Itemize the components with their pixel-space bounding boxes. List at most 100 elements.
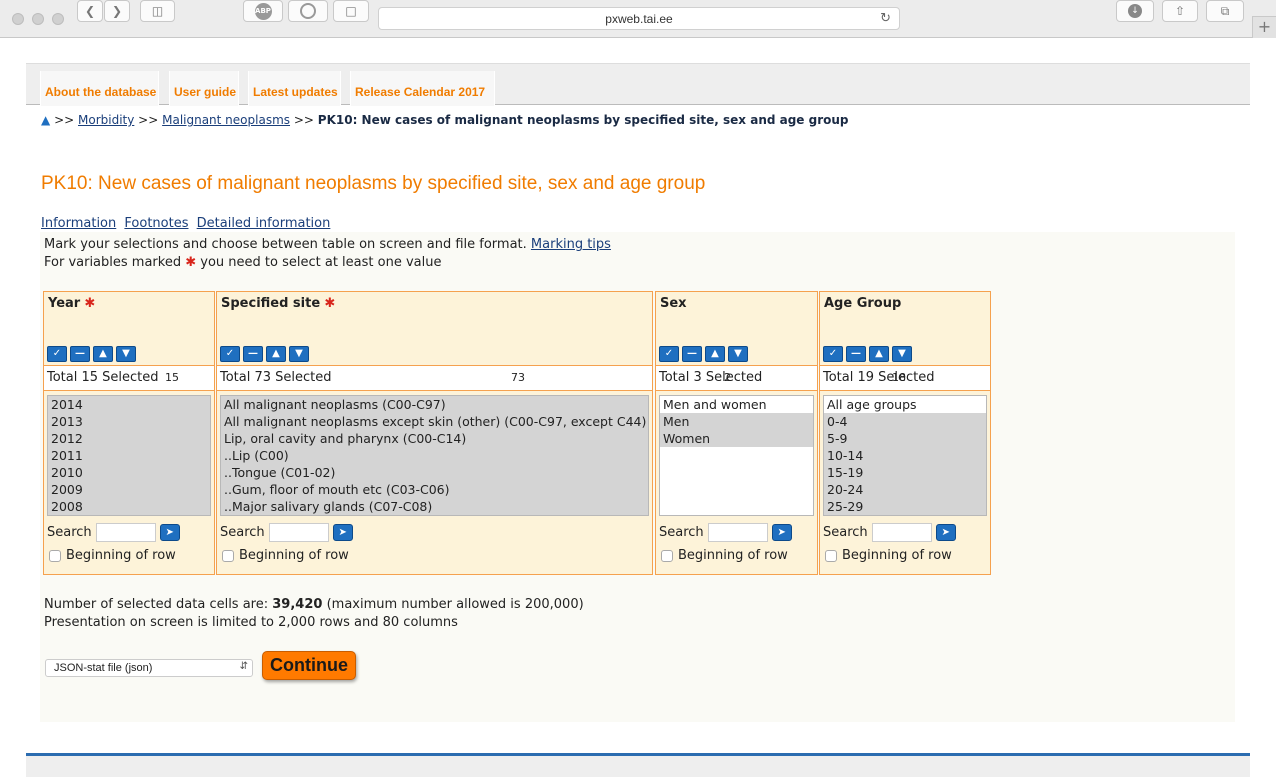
list-item[interactable]: 2009 (48, 481, 210, 498)
beginning-of-row-checkbox[interactable] (222, 549, 234, 562)
tabs-overview-button[interactable]: ⧉ (1206, 0, 1244, 22)
select-all-icon[interactable]: ✓ (659, 346, 679, 362)
variable-box-sex: Sex ✓ — ▲ ▼ Total 3 Selected 2 Men and women Men… (655, 291, 818, 575)
breadcrumb-malignant-neoplasms[interactable]: Malignant neoplasms (162, 113, 290, 127)
value-list[interactable]: All age groups 0-4 5-9 10-14 15-19 20-24 25-29 (823, 395, 987, 516)
nav-tab-release-calendar[interactable]: Release Calendar 2017 (350, 71, 495, 106)
list-item[interactable]: 10-14 (824, 447, 986, 464)
search-label: Search (659, 525, 704, 540)
search-row: Search ➤ (47, 523, 180, 542)
nav-tab-user-guide[interactable]: User guide (169, 71, 239, 106)
search-go-icon[interactable]: ➤ (159, 524, 180, 541)
sort-descending-icon[interactable]: ▼ (116, 346, 136, 362)
list-item[interactable]: ..Lip (C00) (221, 447, 648, 464)
beginning-of-row-checkbox[interactable] (825, 549, 837, 562)
list-item[interactable]: Lip, oral cavity and pharynx (C00-C14) (221, 430, 648, 447)
home-icon[interactable]: ▲ (41, 113, 50, 127)
list-item[interactable]: All malignant neoplasms except skin (oth… (221, 413, 648, 430)
list-item[interactable]: 0-4 (824, 413, 986, 430)
search-input[interactable] (268, 523, 329, 542)
variable-title: Specified site (221, 296, 321, 311)
list-item[interactable]: 2010 (48, 464, 210, 481)
list-item[interactable]: 2014 (48, 396, 210, 413)
reload-icon[interactable]: ↻ (880, 11, 891, 26)
sort-descending-icon[interactable]: ▼ (289, 346, 309, 362)
list-item[interactable]: 2011 (48, 447, 210, 464)
required-star-icon: ✱ (84, 296, 96, 311)
new-tab-button[interactable]: + (1252, 16, 1276, 38)
downloads-button[interactable]: ↓ (1116, 0, 1154, 22)
back-button[interactable]: ❮ (77, 0, 103, 22)
list-item[interactable]: All age groups (824, 396, 986, 413)
sort-ascending-icon[interactable]: ▲ (93, 346, 113, 362)
select-all-icon[interactable]: ✓ (47, 346, 67, 362)
select-all-icon[interactable]: ✓ (823, 346, 843, 362)
variable-title: Year (48, 296, 81, 311)
address-bar[interactable]: pxweb.tai.ee ↻ (378, 7, 900, 30)
extension-button[interactable] (288, 0, 328, 22)
url-text: pxweb.tai.ee (605, 12, 673, 26)
detailed-information-link[interactable]: Detailed information (197, 216, 331, 231)
share-button[interactable]: ⇧ (1162, 0, 1198, 22)
sort-descending-icon[interactable]: ▼ (728, 346, 748, 362)
list-item[interactable]: 2012 (48, 430, 210, 447)
deselect-all-icon[interactable]: — (243, 346, 263, 362)
search-go-icon[interactable]: ➤ (771, 524, 792, 541)
close-window-button[interactable] (12, 13, 24, 25)
search-input[interactable] (707, 523, 768, 542)
value-list[interactable]: Men and women Men Women (659, 395, 814, 516)
select-all-icon[interactable]: ✓ (220, 346, 240, 362)
deselect-all-icon[interactable]: — (70, 346, 90, 362)
cells-value: 39,420 (272, 597, 323, 612)
browser-toolbar: ❮ ❯ ◫ ABP □ pxweb.tai.ee ↻ ↓ ⇧ ⧉ + (0, 0, 1276, 38)
continue-button[interactable]: Continue (262, 651, 356, 680)
forward-button[interactable]: ❯ (104, 0, 130, 22)
marking-tips-link[interactable]: Marking tips (531, 237, 611, 252)
format-select[interactable]: JSON-stat file (json) ⇵ (45, 659, 253, 677)
beginning-of-row-checkbox[interactable] (661, 549, 673, 562)
search-go-icon[interactable]: ➤ (332, 524, 353, 541)
list-item[interactable]: ..Gum, floor of mouth etc (C03-C06) (221, 481, 648, 498)
list-item[interactable]: 5-9 (824, 430, 986, 447)
sort-ascending-icon[interactable]: ▲ (869, 346, 889, 362)
value-list[interactable]: 2014 2013 2012 2011 2010 2009 2008 (47, 395, 211, 516)
information-link[interactable]: Information (41, 216, 116, 231)
list-item[interactable]: 20-24 (824, 481, 986, 498)
total-selected: Total 15 Selected 15 (44, 366, 214, 391)
deselect-all-icon[interactable]: — (682, 346, 702, 362)
list-item[interactable]: ..Major salivary glands (C07-C08) (221, 498, 648, 515)
list-item[interactable]: All malignant neoplasms (C00-C97) (221, 396, 648, 413)
list-item[interactable]: 2013 (48, 413, 210, 430)
list-item[interactable]: ..Tongue (C01-02) (221, 464, 648, 481)
reader-button[interactable]: □ (333, 0, 369, 22)
list-item[interactable]: Men and women (660, 396, 813, 413)
footnotes-link[interactable]: Footnotes (124, 216, 188, 231)
list-item[interactable]: 2008 (48, 498, 210, 515)
list-item[interactable]: Women (660, 430, 813, 447)
search-input[interactable] (871, 523, 932, 542)
required-note-start: For variables marked (44, 255, 182, 270)
nav-tab-about[interactable]: About the database (40, 71, 159, 106)
sidebar-icon: ◫ (151, 4, 164, 18)
sort-ascending-icon[interactable]: ▲ (266, 346, 286, 362)
deselect-all-icon[interactable]: — (846, 346, 866, 362)
value-list[interactable]: All malignant neoplasms (C00-C97) All mal… (220, 395, 649, 516)
list-item[interactable]: Men (660, 413, 813, 430)
breadcrumb-morbidity[interactable]: Morbidity (78, 113, 134, 127)
sidebar-button[interactable]: ◫ (140, 0, 175, 22)
sort-ascending-icon[interactable]: ▲ (705, 346, 725, 362)
list-item[interactable]: 15-19 (824, 464, 986, 481)
adblock-button[interactable]: ABP (243, 0, 283, 22)
nav-tab-latest-updates[interactable]: Latest updates (248, 71, 341, 106)
list-item[interactable]: 25-29 (824, 498, 986, 515)
minimize-window-button[interactable] (32, 13, 44, 25)
sort-descending-icon[interactable]: ▼ (892, 346, 912, 362)
download-icon: ↓ (1128, 4, 1142, 18)
breadcrumb-separator: >> (293, 113, 314, 127)
beginning-of-row-checkbox[interactable] (49, 549, 61, 562)
breadcrumb: ▲ >> Morbidity >> Malignant neoplasms >>… (41, 113, 849, 127)
search-go-icon[interactable]: ➤ (935, 524, 956, 541)
instructions-label: Mark your selections and choose between … (44, 237, 527, 252)
zoom-window-button[interactable] (52, 13, 64, 25)
search-input[interactable] (95, 523, 156, 542)
